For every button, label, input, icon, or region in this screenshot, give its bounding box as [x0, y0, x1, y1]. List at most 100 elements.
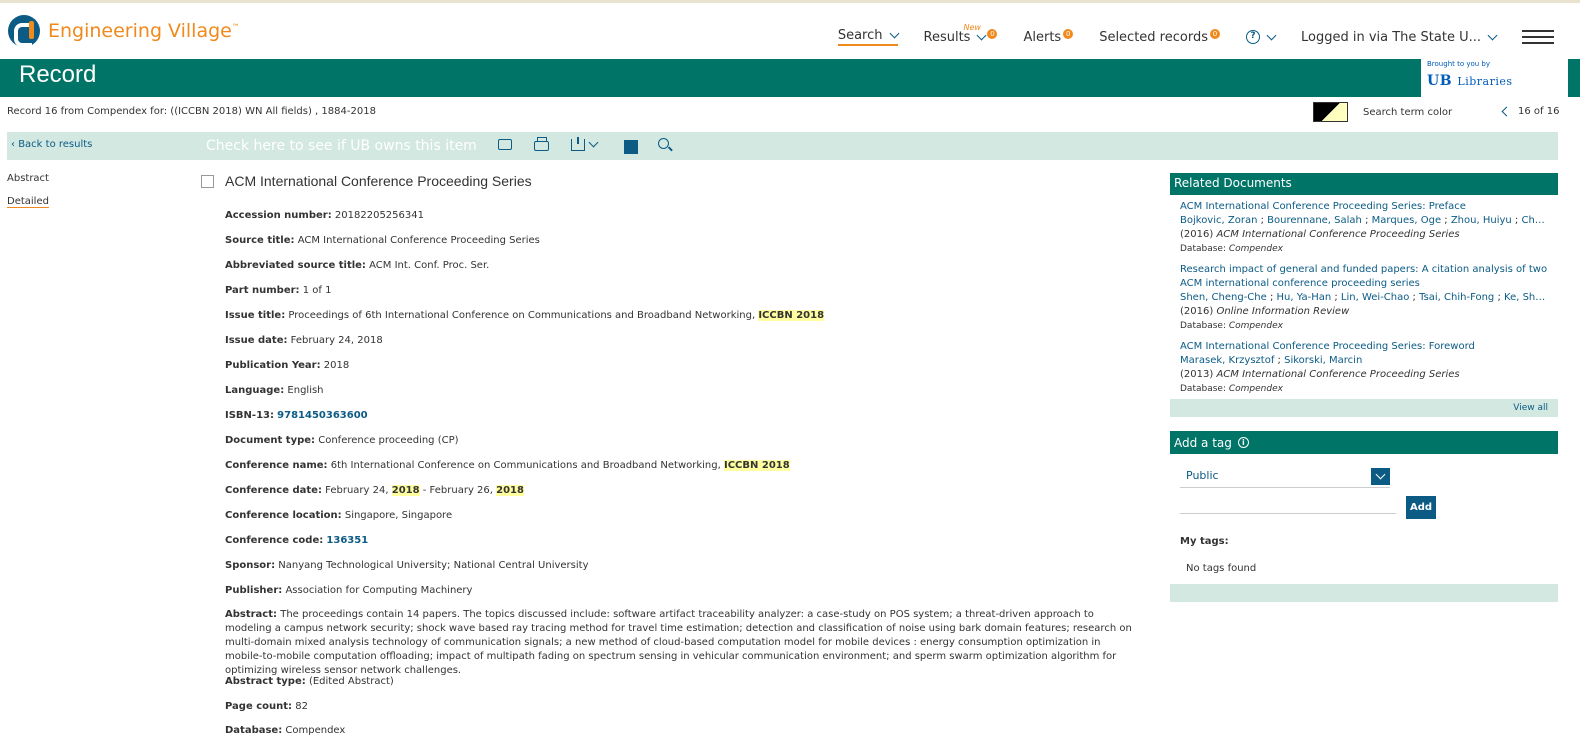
author-link[interactable]: Marasek, Krzysztof	[1180, 355, 1274, 366]
search-icon[interactable]	[658, 138, 669, 149]
field-value: ACM Int. Conf. Proc. Ser.	[369, 260, 490, 271]
field-label: Conference name:	[225, 460, 328, 471]
field-page-count: Page count: 82	[225, 700, 1135, 714]
field-accession: Accession number: 20182205256341	[225, 209, 1135, 223]
field-label: Publication Year:	[225, 360, 321, 371]
search-term-highlight: 2018	[391, 485, 420, 496]
nav-help[interactable]: ?	[1245, 30, 1277, 44]
ub-logo-mark: UB	[1427, 73, 1453, 89]
author-link[interactable]: Hu, Ya-Han	[1277, 292, 1332, 303]
field-label: Abstract:	[225, 609, 278, 620]
field-label: Issue date:	[225, 335, 288, 346]
brand-trademark: ™	[231, 22, 240, 32]
author-link[interactable]: Bourennane, Salah	[1267, 215, 1362, 226]
alerts-count-badge: 0	[1063, 29, 1074, 39]
add-tag-title: Add a tag	[1174, 435, 1232, 450]
field-language: Language: English	[225, 384, 1135, 398]
hamburger-menu-icon[interactable]	[1522, 30, 1554, 44]
comment-icon[interactable]	[498, 139, 512, 150]
field-isbn: ISBN-13: 9781450363600	[225, 409, 1135, 423]
field-value: Nanyang Technological University; Nation…	[278, 560, 589, 571]
nav-detailed[interactable]: Detailed	[7, 196, 49, 208]
tag-visibility-value: Public	[1186, 469, 1219, 482]
field-value: 1 of 1	[302, 285, 332, 296]
field-abstract: Abstract: The proceedings contain 14 pap…	[225, 608, 1135, 678]
brought-by-text: Brought to you by	[1427, 60, 1491, 68]
library-branding[interactable]: Brought to you by UB Libraries	[1421, 59, 1568, 97]
back-to-results-link[interactable]: ‹ Back to results	[11, 139, 92, 150]
author-link[interactable]: Chaki, ...	[1521, 215, 1548, 226]
nav-search[interactable]: Search	[837, 28, 899, 46]
author-link[interactable]: Marques, Oge	[1372, 215, 1441, 226]
author-link[interactable]: Ke, Shih-...	[1504, 292, 1548, 303]
record-pager[interactable]: 16 of 16	[1501, 106, 1559, 117]
related-database: Database: Compendex	[1180, 242, 1548, 256]
related-title-link[interactable]: Research impact of general and funded pa…	[1180, 263, 1548, 291]
nav-login[interactable]: Logged in via The State U...	[1300, 29, 1498, 45]
field-conference-location: Conference location: Singapore, Singapor…	[225, 509, 1135, 523]
add-tag-button[interactable]: Add	[1406, 496, 1436, 519]
nav-results-label: Results	[923, 29, 971, 45]
check-ub-owns-link[interactable]: Check here to see if UB owns this item	[206, 138, 477, 154]
author-link[interactable]: Tsai, Chih-Fong	[1419, 292, 1494, 303]
chevron-down-icon[interactable]	[1371, 468, 1390, 485]
related-publication: (2016) ACM International Conference Proc…	[1180, 228, 1548, 242]
related-title-link[interactable]: ACM International Conference Proceeding …	[1180, 340, 1548, 354]
print-icon[interactable]	[534, 137, 549, 151]
related-item: ACM International Conference Proceeding …	[1180, 340, 1548, 396]
field-value: English	[287, 385, 324, 396]
field-label: Source title:	[225, 235, 295, 246]
nav-results[interactable]: New Results 0	[923, 23, 998, 45]
field-conference-name: Conference name: 6th International Confe…	[225, 459, 1135, 473]
field-value: 82	[295, 701, 308, 712]
chevron-down-icon	[1487, 30, 1498, 40]
record-title-bar: Record Brought to you by UB Libraries	[0, 59, 1580, 97]
author-link[interactable]: Shen, Cheng-Che	[1180, 292, 1267, 303]
isbn-link[interactable]: 9781450363600	[277, 410, 367, 421]
field-sponsor: Sponsor: Nanyang Technological Universit…	[225, 559, 1135, 573]
nav-selected-records[interactable]: Selected records 0	[1099, 29, 1220, 45]
related-db-value: Compendex	[1228, 321, 1283, 331]
author-link[interactable]: Zhou, Huiyu	[1451, 215, 1512, 226]
page-title: Record	[19, 61, 97, 88]
search-term-highlight: ICCBN 2018	[723, 460, 790, 471]
author-link[interactable]: Lin, Wei-Chao	[1341, 292, 1409, 303]
field-value: Association for Computing Machinery	[285, 585, 473, 596]
field-label: Page count:	[225, 701, 293, 712]
related-authors: Shen, Cheng-Che ; Hu, Ya-Han ; Lin, Wei-…	[1180, 291, 1548, 305]
related-source: ACM International Conference Proceeding …	[1216, 369, 1460, 380]
record-format-nav: Abstract Detailed	[7, 173, 49, 220]
view-all-link[interactable]: View all	[1170, 399, 1558, 417]
chevron-left-icon[interactable]	[1501, 106, 1512, 117]
field-value: Proceedings of 6th International Confere…	[288, 310, 756, 321]
info-icon[interactable]: i	[1237, 437, 1249, 448]
document-title: ACM International Conference Proceeding …	[225, 173, 532, 189]
field-label: Conference date:	[225, 485, 322, 496]
conference-code-link[interactable]: 136351	[326, 535, 368, 546]
author-link[interactable]: Sikorski, Marcin	[1284, 355, 1362, 366]
ub-libraries-logo: UB Libraries	[1427, 73, 1513, 89]
save-to-folder-icon[interactable]	[624, 140, 638, 154]
download-icon[interactable]	[571, 137, 585, 151]
chevron-down-icon[interactable]	[588, 137, 599, 148]
help-icon: ?	[1245, 30, 1260, 44]
related-title-link[interactable]: ACM International Conference Proceeding …	[1180, 200, 1548, 214]
field-label: Accession number:	[225, 210, 332, 221]
nav-search-label: Search	[837, 28, 883, 43]
nav-alerts[interactable]: Alerts 0	[1023, 29, 1074, 45]
engineering-village-logo[interactable]: Engineering Village™	[8, 15, 240, 47]
author-link[interactable]: Bojkovic, Zoran	[1180, 215, 1257, 226]
field-label: Sponsor:	[225, 560, 276, 571]
select-record-checkbox[interactable]	[201, 174, 214, 188]
tag-visibility-select[interactable]: Public	[1180, 466, 1390, 488]
related-publication: (2013) ACM International Conference Proc…	[1180, 368, 1548, 382]
color-swatch-icon[interactable]	[1313, 102, 1348, 122]
related-database: Database: Compendex	[1180, 382, 1548, 396]
related-documents-heading: Related Documents	[1170, 173, 1558, 195]
nav-abstract[interactable]: Abstract	[7, 173, 49, 184]
search-term-color-control[interactable]: Search term color	[1313, 102, 1452, 122]
field-value: 20182205256341	[334, 210, 424, 221]
related-item: Research impact of general and funded pa…	[1180, 263, 1548, 333]
tag-input[interactable]	[1180, 500, 1396, 514]
login-label: Logged in via The State U...	[1300, 29, 1481, 45]
